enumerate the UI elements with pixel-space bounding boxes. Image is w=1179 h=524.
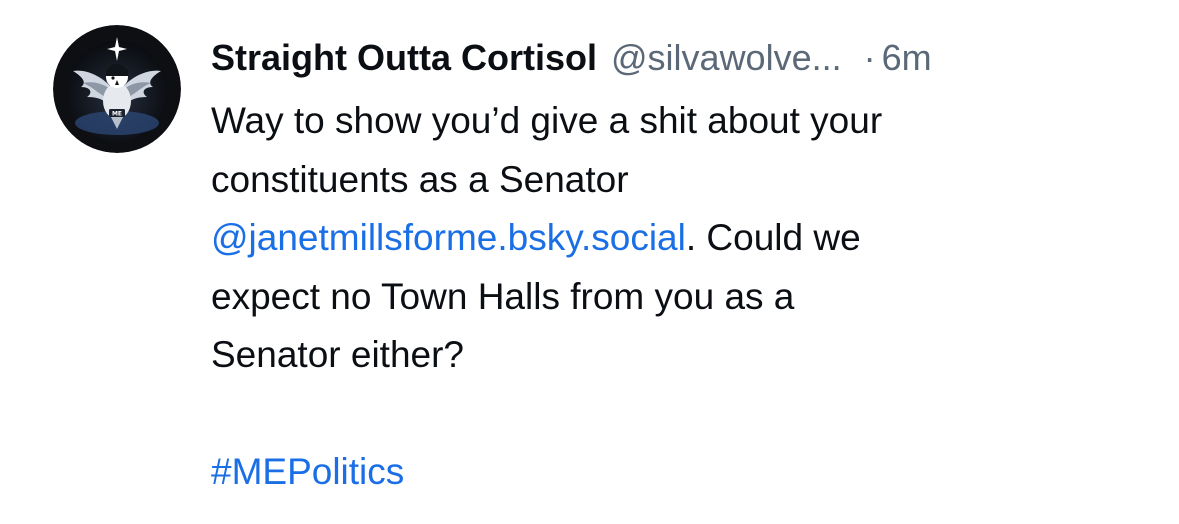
svg-text:ME: ME — [112, 111, 122, 118]
post-content: Straight Outta Cortisol @silvawolve... ·… — [211, 30, 1151, 502]
bird-emblem-avatar-icon: ME — [53, 25, 181, 153]
post-text-line: #MEPolitics — [211, 443, 1151, 502]
post-text-line: Way to show you’d give a shit about your — [211, 100, 883, 141]
mention-link[interactable]: @janetmillsforme.bsky.social — [211, 217, 686, 258]
post: ME Straight Outta Cortisol @silvawolve..… — [0, 0, 1179, 524]
separator-dot: · — [863, 37, 876, 78]
author-avatar[interactable]: ME — [53, 25, 181, 153]
author-display-name[interactable]: Straight Outta Cortisol — [211, 30, 597, 86]
post-text-fragment: . Could we — [685, 217, 861, 258]
post-header: Straight Outta Cortisol @silvawolve... ·… — [211, 30, 1151, 86]
author-handle[interactable]: @silvawolve... — [611, 30, 842, 86]
hashtag-link[interactable]: #MEPolitics — [211, 451, 404, 492]
post-text-line: Senator either? — [211, 334, 465, 375]
post-text-line: constituents as a Senator — [211, 158, 629, 200]
post-text: Way to show you’d give a shit about your… — [211, 92, 1151, 502]
post-timestamp[interactable]: 6m — [882, 30, 932, 86]
post-text-line: @janetmillsforme.bsky.social. Could we — [211, 209, 1151, 268]
post-text-line: expect no Town Halls from you as a — [211, 275, 795, 317]
